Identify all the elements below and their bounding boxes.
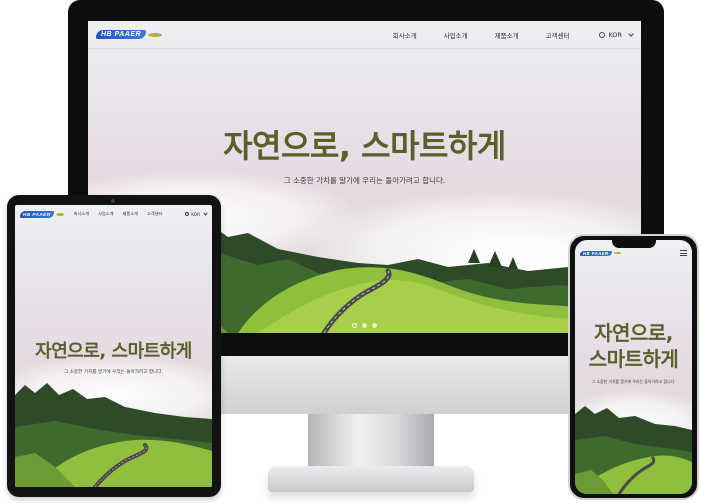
- logo-wordmark: HB PAAER: [96, 30, 147, 39]
- tablet-nav-item-company[interactable]: 회사소개: [74, 211, 89, 217]
- desktop-monitor-stand: [308, 414, 434, 472]
- brand-logo[interactable]: HB PAAER: [96, 30, 163, 39]
- tablet-nav-item-support[interactable]: 고객센터: [147, 211, 162, 217]
- nav-item-business[interactable]: 사업소개: [444, 30, 468, 40]
- tablet-chevron-down-icon: [203, 210, 208, 216]
- desktop-monitor-base: [268, 466, 474, 492]
- language-label: KOR: [608, 30, 622, 39]
- nav-item-products[interactable]: 제품소개: [495, 30, 519, 40]
- slide-dot-1[interactable]: [352, 323, 357, 328]
- tablet-header: HB PAAER 회사소개 사업소개 제품소개 고객센터 KOR: [15, 205, 212, 223]
- main-nav: 회사소개 사업소개 제품소개 고객센터: [393, 30, 570, 40]
- tablet-landscape-image: [15, 383, 212, 487]
- tablet-nav-item-products[interactable]: 제품소개: [123, 211, 138, 217]
- tablet-language-label: KOR: [191, 211, 200, 217]
- phone-landscape-image: [575, 406, 692, 494]
- slide-dot-3[interactable]: [372, 323, 377, 328]
- hero-headline: 자연으로, 스마트하게: [223, 127, 506, 165]
- tablet-nav-item-business[interactable]: 사업소개: [98, 211, 113, 217]
- globe-icon: [599, 31, 606, 38]
- tablet-screen: HB PAAER 회사소개 사업소개 제품소개 고객센터 KOR 자연으로, 스…: [15, 205, 212, 487]
- phone-notch: [612, 239, 656, 248]
- tablet-hero-subtitle: 그 소중한 가치를 알기에 우리는 돌아가려고 합니다.: [64, 370, 163, 375]
- tablet-logo-swoosh-icon: [55, 212, 64, 216]
- slider-pagination: [88, 323, 641, 328]
- tablet-language-selector[interactable]: KOR: [185, 210, 208, 217]
- hero-subtitle: 그 소중한 가치를 알기에 우리는 돌아가려고 합니다.: [283, 176, 446, 185]
- phone-brand-logo[interactable]: HB PAAER: [580, 250, 621, 256]
- nav-item-support[interactable]: 고객센터: [546, 30, 570, 40]
- phone-headline-line-2: 스마트하게: [588, 347, 679, 371]
- tablet-globe-icon: [185, 212, 190, 216]
- phone-header: HB PAAER: [575, 246, 692, 260]
- phone-logo-swoosh-icon: [613, 251, 621, 255]
- language-selector[interactable]: KOR: [599, 30, 634, 39]
- slide-dot-2[interactable]: [362, 323, 367, 328]
- phone-screen: HB PAAER 자연으로, 스마트하게 그 소중한 가치를 알기에 우리는 돌…: [575, 240, 692, 494]
- tablet-main-nav: 회사소개 사업소개 제품소개 고객센터: [74, 211, 163, 217]
- tablet-brand-logo[interactable]: HB PAAER: [20, 210, 64, 218]
- logo-swoosh-icon: [148, 32, 163, 37]
- chevron-down-icon: [628, 30, 634, 37]
- nav-item-company[interactable]: 회사소개: [393, 30, 417, 40]
- tablet-hero-headline: 자연으로, 스마트하게: [35, 341, 192, 362]
- tablet-camera: [111, 199, 115, 203]
- phone-logo-wordmark: HB PAAER: [580, 250, 612, 256]
- phone-hero-subtitle: 그 소중한 가치를 알기에 우리는 돌아가려고 합니다.: [591, 379, 676, 384]
- desktop-header: HB PAAER 회사소개 사업소개 제품소개 고객센터 KOR: [88, 21, 641, 49]
- hamburger-menu-icon[interactable]: [680, 250, 687, 256]
- tablet-logo-wordmark: HB PAAER: [20, 210, 54, 218]
